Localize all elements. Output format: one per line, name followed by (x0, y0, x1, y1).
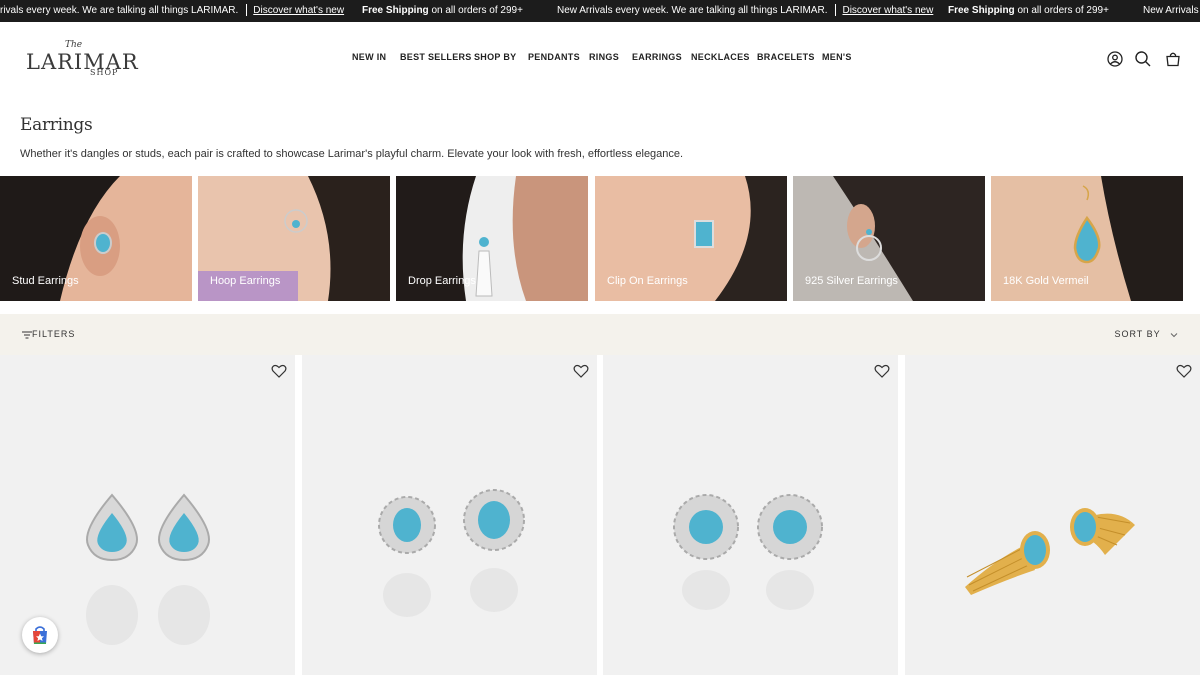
category-carousel: Stud Earrings Hoop Earrings Drop Earring… (0, 176, 1200, 301)
category-label: Drop Earrings (408, 275, 476, 287)
filters-label: FILTERS (32, 329, 76, 339)
logo-the: The (65, 40, 83, 50)
product-card[interactable] (302, 355, 597, 675)
site-header: The LARIMAR SHOP NEW IN BEST SELLERS SHO… (0, 22, 1200, 94)
product-image (905, 355, 1200, 675)
chevron-down-icon (1170, 332, 1178, 337)
category-label: Stud Earrings (12, 275, 79, 287)
divider (835, 4, 837, 17)
announcement-item: Free Shipping on all orders of 299+ (362, 0, 523, 22)
nav-item-necklaces[interactable]: NECKLACES (691, 52, 750, 62)
announcement-bar: rivals every week. We are talking all th… (0, 0, 1200, 22)
category-tile-hoop-earrings[interactable]: Hoop Earrings (198, 176, 390, 301)
discover-link[interactable]: Discover what's new (253, 5, 344, 16)
free-shipping-label: Free Shipping (362, 5, 429, 16)
page-description: Whether it's dangles or studs, each pair… (20, 148, 684, 160)
announcement-item: rivals every week. We are talking all th… (0, 0, 344, 22)
shopping-bag-star-icon (33, 626, 47, 644)
category-label: 925 Silver Earrings (805, 275, 898, 287)
announcement-text: on all orders of 299+ (431, 5, 523, 16)
account-icon[interactable] (1106, 50, 1124, 68)
discover-link[interactable]: Discover what's new (842, 5, 933, 16)
page-title: Earrings (20, 115, 93, 135)
announcement-item: New Arrivals e (1143, 0, 1200, 22)
filter-bar: FILTERS SORT BY (0, 314, 1200, 355)
announcement-text: rivals every week. We are talking all th… (0, 5, 239, 16)
category-tile-18k-gold-vermeil[interactable]: 18K Gold Vermeil (991, 176, 1183, 301)
product-image (302, 355, 597, 675)
nav-item-best-sellers[interactable]: BEST SELLERS (400, 52, 472, 62)
product-card[interactable] (603, 355, 898, 675)
category-label: Hoop Earrings (210, 275, 281, 287)
filter-icon (22, 331, 32, 339)
free-shipping-label: Free Shipping (948, 5, 1015, 16)
wishlist-heart-icon[interactable] (271, 363, 287, 379)
category-tile-drop-earrings[interactable]: Drop Earrings (396, 176, 588, 301)
announcement-text: New Arrivals every week. We are talking … (557, 5, 828, 16)
nav-item-pendants[interactable]: PENDANTS (528, 52, 580, 62)
divider (246, 4, 248, 17)
announcement-text: on all orders of 299+ (1017, 5, 1109, 16)
wishlist-heart-icon[interactable] (874, 363, 890, 379)
nav-item-rings[interactable]: RINGS (589, 52, 619, 62)
nav-item-new-in[interactable]: NEW IN (352, 52, 386, 62)
nav-item-bracelets[interactable]: BRACELETS (757, 52, 815, 62)
nav-item-shop-by[interactable]: SHOP BY (474, 52, 516, 62)
category-label: 18K Gold Vermeil (1003, 275, 1089, 287)
announcement-item: New Arrivals every week. We are talking … (557, 0, 933, 22)
product-image (603, 355, 898, 675)
category-tile-925-silver-earrings[interactable]: 925 Silver Earrings (793, 176, 985, 301)
wishlist-heart-icon[interactable] (573, 363, 589, 379)
search-icon[interactable] (1134, 50, 1152, 68)
filters-button[interactable]: FILTERS (22, 329, 75, 339)
reward-badge-button[interactable] (22, 617, 58, 653)
sort-by-dropdown[interactable]: SORT BY (1114, 329, 1178, 339)
main-nav: NEW IN BEST SELLERS SHOP BY PENDANTS RIN… (0, 52, 1200, 66)
nav-item-earrings[interactable]: EARRINGS (632, 52, 682, 62)
category-tile-stud-earrings[interactable]: Stud Earrings (0, 176, 192, 301)
sort-label: SORT BY (1114, 329, 1161, 339)
announcement-item: Free Shipping on all orders of 299+ (948, 0, 1109, 22)
wishlist-heart-icon[interactable] (1176, 363, 1192, 379)
category-label: Clip On Earrings (607, 275, 688, 287)
category-tile-clip-on-earrings[interactable]: Clip On Earrings (595, 176, 787, 301)
nav-item-mens[interactable]: MEN'S (822, 52, 852, 62)
announcement-text: New Arrivals e (1143, 5, 1200, 16)
cart-icon[interactable] (1164, 50, 1182, 68)
logo-shop: SHOP (90, 68, 119, 77)
product-card[interactable] (905, 355, 1200, 675)
